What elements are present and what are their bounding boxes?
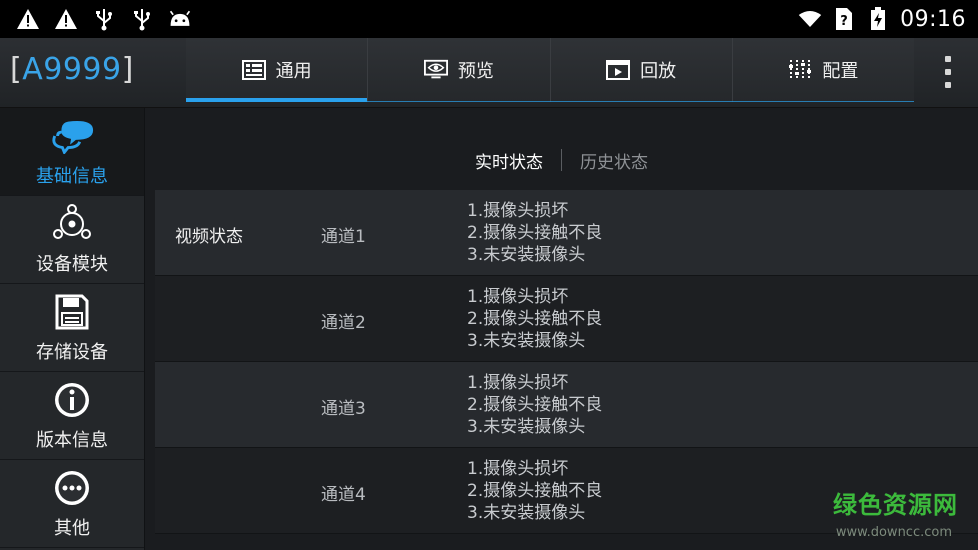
table-row: 通道3 1.摄像头损坏 2.摄像头接触不良 3.未安装摄像头 bbox=[155, 362, 978, 448]
sidebar-item-basic-info[interactable]: 基础信息 bbox=[0, 108, 144, 196]
channel-name: 通道3 bbox=[321, 399, 366, 419]
sidebar-item-storage[interactable]: 存储设备 bbox=[0, 284, 144, 372]
warning-icon bbox=[16, 7, 40, 31]
battery-charging-icon bbox=[866, 7, 890, 31]
subtab-realtime[interactable]: 实时状态 bbox=[457, 148, 561, 173]
error-list: 1.摄像头损坏 2.摄像头接触不良 3.未安装摄像头 bbox=[467, 458, 602, 524]
error-item: 3.未安装摄像头 bbox=[467, 245, 586, 265]
sidebar-item-label: 设备模块 bbox=[36, 253, 108, 275]
section-label: 视频状态 bbox=[175, 227, 243, 247]
error-list: 1.摄像头损坏 2.摄像头接触不良 3.未安装摄像头 bbox=[467, 286, 602, 352]
channel-name: 通道4 bbox=[321, 485, 366, 505]
svg-text:?: ? bbox=[840, 14, 848, 29]
error-item: 2.摄像头接触不良 bbox=[467, 223, 603, 243]
overflow-menu-icon[interactable] bbox=[928, 54, 968, 90]
error-item: 2.摄像头接触不良 bbox=[467, 395, 603, 415]
error-item: 2.摄像头接触不良 bbox=[467, 481, 603, 501]
tab-preview[interactable]: 预览 bbox=[367, 38, 550, 102]
status-subtabs: 实时状态 历史状态 bbox=[145, 146, 978, 174]
channel-name: 通道2 bbox=[321, 313, 366, 333]
grid-icon bbox=[241, 60, 266, 80]
sidebar-item-version[interactable]: 版本信息 bbox=[0, 372, 144, 460]
video-status-table: 视频状态 通道1 1.摄像头损坏 2.摄像头接触不良 3.未安装摄像头 通道2 … bbox=[155, 190, 978, 534]
usb-icon bbox=[92, 7, 116, 31]
error-item: 3.未安装摄像头 bbox=[467, 503, 586, 523]
watermark-logo: 绿色资源网 bbox=[833, 491, 958, 519]
error-item: 1.摄像头损坏 bbox=[467, 459, 569, 479]
main-tabs: 通用 预览 回放 配置 bbox=[186, 38, 914, 102]
status-time: 09:16 bbox=[900, 6, 966, 32]
watermark-url: www.downcc.com bbox=[835, 525, 952, 540]
sidebar: 基础信息 设备模块 存储设备 版本信息 其他 bbox=[0, 108, 145, 550]
table-row: 视频状态 通道1 1.摄像头损坏 2.摄像头接触不良 3.未安装摄像头 bbox=[155, 190, 978, 276]
tab-label: 预览 bbox=[457, 61, 494, 82]
tabs-divider bbox=[186, 101, 914, 102]
error-item: 1.摄像头损坏 bbox=[467, 287, 569, 307]
device-logo: [A9999] bbox=[10, 52, 134, 87]
error-list: 1.摄像头损坏 2.摄像头接触不良 3.未安装摄像头 bbox=[467, 200, 602, 266]
error-item: 2.摄像头接触不良 bbox=[467, 309, 603, 329]
system-status-bar: ? 09:16 bbox=[0, 0, 978, 38]
tab-label: 通用 bbox=[275, 61, 312, 82]
logo-text: A9999 bbox=[22, 52, 122, 87]
usb-icon bbox=[130, 7, 154, 31]
sidebar-item-label: 基础信息 bbox=[36, 165, 108, 187]
tab-general[interactable]: 通用 bbox=[186, 38, 368, 102]
sidebar-item-label: 存储设备 bbox=[36, 341, 108, 363]
chat-bubble-icon bbox=[49, 116, 95, 156]
sliders-icon bbox=[788, 60, 812, 80]
error-item: 3.未安装摄像头 bbox=[467, 417, 586, 437]
main-content: 实时状态 历史状态 视频状态 通道1 1.摄像头损坏 2.摄像头接触不良 3.未… bbox=[145, 108, 978, 550]
no-sim-icon: ? bbox=[832, 7, 856, 31]
wifi-icon bbox=[798, 7, 822, 31]
subtab-history[interactable]: 历史状态 bbox=[562, 148, 666, 173]
playback-icon bbox=[606, 60, 631, 80]
sidebar-item-label: 版本信息 bbox=[36, 429, 108, 451]
tab-label: 配置 bbox=[822, 61, 859, 82]
error-item: 1.摄像头损坏 bbox=[467, 373, 569, 393]
tab-config[interactable]: 配置 bbox=[731, 38, 914, 102]
more-icon bbox=[49, 468, 95, 508]
android-icon bbox=[168, 7, 192, 31]
sidebar-item-label: 其他 bbox=[54, 517, 90, 539]
monitor-eye-icon bbox=[423, 59, 448, 80]
module-icon bbox=[49, 203, 95, 244]
error-item: 3.未安装摄像头 bbox=[467, 331, 586, 351]
tab-playback[interactable]: 回放 bbox=[549, 38, 732, 102]
error-item: 1.摄像头损坏 bbox=[467, 201, 569, 221]
warning-icon bbox=[54, 7, 78, 31]
error-list: 1.摄像头损坏 2.摄像头接触不良 3.未安装摄像头 bbox=[467, 372, 602, 438]
info-icon bbox=[49, 380, 95, 420]
channel-name: 通道1 bbox=[321, 227, 366, 247]
app-header: [A9999] 通用 预览 回放 配置 bbox=[0, 38, 978, 108]
tab-label: 回放 bbox=[640, 61, 677, 82]
sidebar-item-device-module[interactable]: 设备模块 bbox=[0, 196, 144, 284]
sidebar-item-other[interactable]: 其他 bbox=[0, 460, 144, 548]
table-row: 通道2 1.摄像头损坏 2.摄像头接触不良 3.未安装摄像头 bbox=[155, 276, 978, 362]
floppy-disk-icon bbox=[49, 292, 95, 332]
